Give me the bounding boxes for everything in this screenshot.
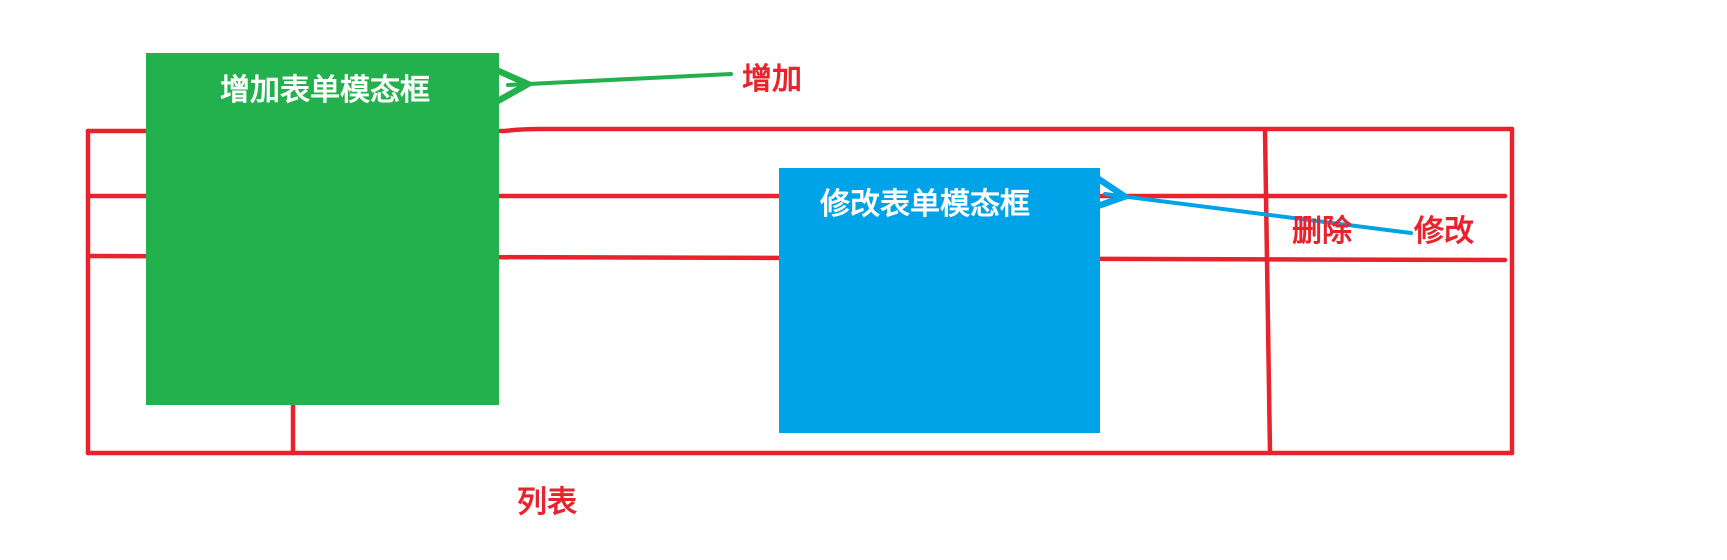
edit-form-modal-title: 修改表单模态框 [819, 187, 1030, 222]
add-form-modal: 增加表单模态框 [146, 53, 499, 405]
delete-label: 删除 [1292, 214, 1353, 249]
add-label: 增加 [742, 62, 802, 97]
add-arrow [508, 74, 733, 85]
table-action-column-divider [1262, 128, 1273, 456]
edit-form-modal: 修改表单模态框 [779, 168, 1100, 433]
diagram-canvas: 增加表单模态框 修改表单模态框 增加 删除 修改 列表 [85, 53, 1515, 520]
edit-label: 修改 [1413, 214, 1474, 249]
add-form-modal-title: 增加表单模态框 [220, 73, 430, 108]
edit-arrow [1105, 194, 1413, 235]
list-label: 列表 [517, 485, 577, 520]
